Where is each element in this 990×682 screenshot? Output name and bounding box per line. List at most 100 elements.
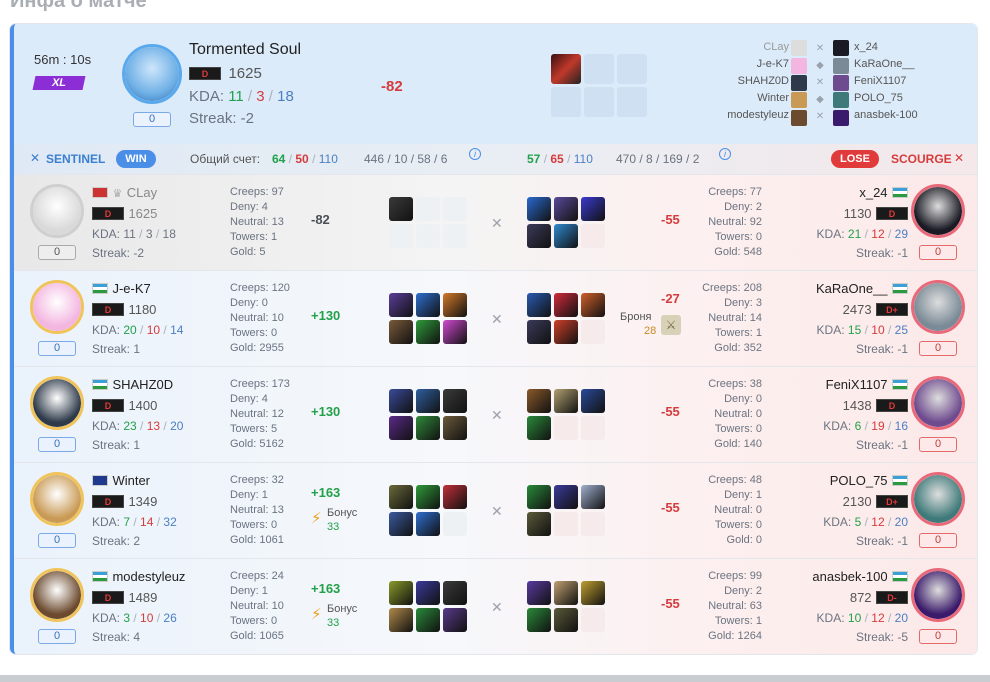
stat-line: Gold: 1264 [708, 630, 762, 642]
item-icon[interactable] [443, 293, 467, 317]
item-icon[interactable] [443, 416, 467, 440]
item-icon[interactable] [527, 389, 551, 413]
item-icon[interactable] [389, 293, 413, 317]
hero-avatar[interactable] [30, 376, 84, 430]
item-icon[interactable] [389, 416, 413, 440]
player-name[interactable]: CLay [127, 185, 157, 200]
hero-avatar[interactable] [911, 184, 965, 238]
item-icon[interactable] [527, 416, 551, 440]
item-icon[interactable] [527, 224, 551, 248]
rank-row: D 1625 [92, 205, 157, 223]
stat-line: Gold: 140 [714, 438, 762, 450]
item-icon[interactable] [554, 320, 578, 344]
item-icon[interactable] [527, 197, 551, 221]
hero-avatar[interactable] [30, 280, 84, 334]
stat-line: Creeps: 97 [230, 186, 284, 198]
stat-line: Neutral: 14 [708, 312, 762, 324]
kda-deaths: 19 [871, 419, 885, 433]
info-icon[interactable]: i [469, 148, 481, 160]
player-tile: 0 [38, 533, 76, 548]
hero-avatar[interactable] [30, 568, 84, 622]
item-icon[interactable] [527, 320, 551, 344]
item-icon[interactable] [554, 485, 578, 509]
lane-player[interactable]: CLay [763, 41, 789, 53]
player-name[interactable]: x_24 [859, 185, 887, 200]
item-icon[interactable] [416, 320, 440, 344]
player-name[interactable]: FeniX1107 [826, 377, 888, 392]
player-name[interactable]: KaRaOne__ [816, 281, 888, 296]
hero-avatar[interactable] [911, 568, 965, 622]
item-icon[interactable] [527, 485, 551, 509]
player-name[interactable]: Winter [112, 473, 150, 488]
player-delta: -82 [381, 78, 403, 95]
item-icon[interactable] [416, 608, 440, 632]
item-icon[interactable] [416, 581, 440, 605]
hero-mini-icon [791, 92, 807, 109]
item-icon[interactable] [443, 320, 467, 344]
lane-player[interactable]: SHAHZ0D [738, 75, 789, 87]
item-icon[interactable] [554, 608, 578, 632]
item-icon[interactable] [443, 581, 467, 605]
lane-player[interactable]: modestyleuz [727, 109, 789, 121]
item-icon[interactable] [527, 608, 551, 632]
item-icon[interactable] [527, 293, 551, 317]
item-icon[interactable] [389, 581, 413, 605]
lane-player[interactable]: Winter [757, 92, 789, 104]
item-icon[interactable] [416, 389, 440, 413]
item-icon[interactable] [389, 320, 413, 344]
hero-avatar[interactable] [911, 376, 965, 430]
item-icon[interactable] [443, 485, 467, 509]
item-icon[interactable] [581, 581, 605, 605]
hero-avatar[interactable] [911, 472, 965, 526]
item-icon[interactable] [443, 389, 467, 413]
lane-player[interactable]: anasbek-100 [854, 109, 918, 121]
item-icon[interactable] [581, 197, 605, 221]
scourge-total-kda: 57 / 65 / 110 [527, 152, 593, 166]
item-icon[interactable] [389, 608, 413, 632]
lane-player[interactable]: POLO_75 [854, 92, 903, 104]
player-name[interactable]: Tormented Soul [189, 41, 301, 59]
item-icon[interactable] [527, 581, 551, 605]
hero-avatar[interactable] [911, 280, 965, 334]
scourge-totals: 470 / 8 / 169 / 2 [616, 152, 700, 166]
flag-icon [892, 571, 908, 583]
lane-player[interactable]: J-e-K7 [757, 58, 789, 70]
item-icon[interactable] [416, 512, 440, 536]
item-icon[interactable] [416, 485, 440, 509]
info-icon[interactable]: i [719, 148, 731, 160]
player-name[interactable]: modestyleuz [112, 569, 185, 584]
player-name[interactable]: SHAHZ0D [112, 377, 173, 392]
item-icon[interactable] [554, 224, 578, 248]
item-icon[interactable] [554, 293, 578, 317]
item-icon[interactable] [581, 485, 605, 509]
item-icon[interactable] [527, 512, 551, 536]
item-icon[interactable] [389, 485, 413, 509]
player-name[interactable]: POLO_75 [830, 473, 888, 488]
hero-avatar[interactable] [30, 184, 84, 238]
flag-icon [92, 571, 108, 583]
item-icon[interactable] [416, 293, 440, 317]
item-icon[interactable] [416, 416, 440, 440]
player-avatar[interactable] [122, 44, 182, 104]
lane-player[interactable]: FeniX1107 [854, 75, 906, 87]
item-icon[interactable] [389, 512, 413, 536]
hero-avatar[interactable] [30, 472, 84, 526]
item-icon[interactable] [581, 389, 605, 413]
player-name[interactable]: J-e-K7 [112, 281, 150, 296]
item-icon[interactable] [554, 581, 578, 605]
item-icon[interactable] [554, 197, 578, 221]
item-icon[interactable] [554, 389, 578, 413]
item-icon[interactable] [389, 389, 413, 413]
lane-player[interactable]: x_24 [854, 41, 878, 53]
item-icon[interactable] [443, 608, 467, 632]
mmr-delta: +130 [311, 308, 341, 323]
player-name[interactable]: anasbek-100 [812, 569, 887, 584]
player-streak: Streak: -1 [855, 438, 908, 452]
item-icon[interactable] [581, 293, 605, 317]
item-icon[interactable] [389, 197, 413, 221]
sentinel-items [389, 581, 467, 632]
item-icon[interactable] [551, 54, 581, 84]
lane-player[interactable]: KaRaOne__ [854, 58, 915, 70]
player-kda: KDA: 7 / 14 / 32 [92, 515, 177, 529]
scourge-label: SCOURGE [891, 152, 952, 166]
